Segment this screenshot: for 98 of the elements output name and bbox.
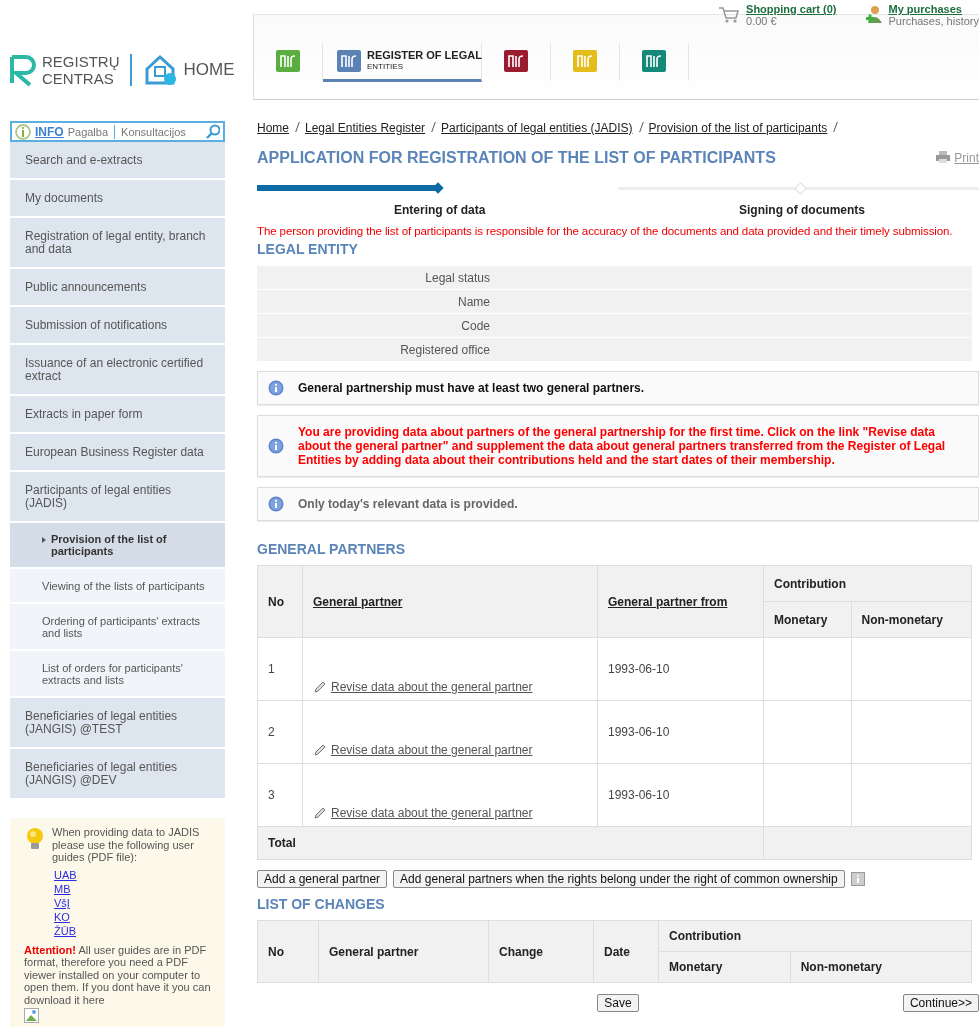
sidebar-item[interactable]: Participants of legal entities (JADIS)	[10, 472, 225, 523]
shopping-cart-link[interactable]: Shopping cart (0)	[746, 3, 837, 15]
table-cell: 1	[257, 637, 303, 701]
sidebar-subitem[interactable]: List of orders for participants' extracts and lists	[10, 651, 225, 698]
sidebar-item[interactable]: Submission of notifications	[10, 307, 225, 345]
sidebar-item[interactable]: Beneficiaries of legal entities (JANGIS) @DEV	[10, 749, 225, 800]
table-cell: 3	[257, 763, 303, 827]
sidebar-item[interactable]: Registration of legal entity, branch and data	[10, 218, 225, 269]
save-button[interactable]: Save	[597, 994, 639, 1012]
sidebar-item[interactable]: Extracts in paper form	[10, 396, 225, 434]
breadcrumb-link[interactable]: Home	[257, 121, 289, 135]
help-link[interactable]: Konsultacijos	[121, 125, 186, 138]
purchases-caption: Purchases, history	[888, 15, 979, 27]
notice-text: You are providing data about partners of the general partnership for the first time. Click on the link "Revise data about the general partner" and supplement the data about general partners transferred from the Register of Legal Entities by adding data about their contributions held and the start dates of their membership.	[298, 425, 947, 467]
column-header: No	[257, 565, 303, 638]
register-logo-icon	[504, 50, 528, 72]
guide-link[interactable]: MB	[54, 881, 71, 896]
table-cell: 2	[257, 700, 303, 764]
section-heading: GENERAL PARTNERS	[257, 541, 407, 557]
column-header: Monetary	[658, 951, 791, 983]
column-header: Contribution	[658, 920, 972, 952]
section-heading: LIST OF CHANGES	[257, 896, 386, 912]
guide-link[interactable]: ŽŪB	[54, 923, 76, 938]
field-label: Code	[460, 318, 490, 333]
sidebar-item[interactable]: My documents	[10, 180, 225, 218]
logo-text: REGISTRŲ	[42, 53, 120, 70]
register-logo-icon	[573, 50, 597, 72]
breadcrumb-link[interactable]: Legal Entities Register	[305, 121, 426, 135]
tip-text: When providing data to JADIS please use the following user guides (PDF file):	[52, 826, 201, 864]
add-button[interactable]: Add general partners when the rights belong under the right of common ownership	[393, 870, 845, 888]
column-header: General partner	[318, 920, 489, 983]
column-header: Date	[593, 920, 659, 983]
register-logo-icon	[642, 50, 666, 72]
column-header: Non-monetary	[790, 951, 972, 983]
field-label: Name	[457, 294, 490, 309]
guide-link[interactable]: KO	[54, 909, 70, 924]
help-icon[interactable]	[850, 872, 865, 886]
info-icon	[268, 380, 284, 396]
logo-text: CENTRAS	[42, 70, 115, 87]
column-header: Contribution	[763, 565, 972, 602]
broken-image-icon[interactable]	[24, 1008, 39, 1023]
sidebar-item[interactable]: Beneficiaries of legal entities (JANGIS) @TEST	[10, 698, 225, 749]
info-icon[interactable]	[15, 123, 31, 140]
total-label: Total	[257, 826, 764, 860]
search-icon[interactable]	[205, 124, 220, 139]
sidebar-item[interactable]: European Business Register data	[10, 434, 225, 472]
column-header: Non-monetary	[851, 601, 972, 638]
info-icon	[268, 496, 284, 512]
field-label: Registered office	[399, 342, 490, 357]
attention-note: Attention! All user guides are in PDF format, therefore you need a PDF viewer installed on your computer to open them. If you dont have it you can download it here	[24, 943, 212, 1006]
notice-text: Only today's relevant data is provided.	[298, 497, 518, 511]
column-header: No	[257, 920, 319, 983]
sidebar-subitem[interactable]: Ordering of participants' extracts and lists	[10, 604, 225, 651]
responsibility-note: The person providing the list of participants is responsible for the accuracy of the documents and data provided and their timely submission.	[257, 225, 954, 237]
register-logo-icon	[276, 50, 300, 72]
table-cell: 1993-06-10	[597, 763, 764, 827]
cart-icon[interactable]	[718, 5, 741, 23]
user-icon[interactable]	[864, 5, 883, 24]
step-label: Entering of data	[394, 203, 487, 217]
column-header[interactable]: General partner from	[597, 565, 764, 638]
my-purchases-link[interactable]: My purchases	[888, 3, 979, 15]
logo-icon	[8, 53, 38, 87]
tab-label: REGISTER OF LEGAL	[367, 50, 482, 61]
column-header: Change	[488, 920, 594, 983]
field-label: Legal status	[424, 270, 490, 285]
guide-link[interactable]: VšĮ	[54, 895, 70, 910]
breadcrumb-link[interactable]: Provision of the list of participants	[648, 121, 828, 135]
breadcrumb-link[interactable]: Participants of legal entities (JADIS)	[441, 121, 633, 135]
sidebar-subitem[interactable]: Provision of the list of participants	[10, 523, 225, 569]
register-logo-icon	[337, 50, 361, 72]
pencil-icon	[313, 806, 327, 820]
page-title: APPLICATION FOR REGISTRATION OF THE LIST OF PARTICIPANTS	[257, 149, 776, 167]
column-header: Monetary	[763, 601, 851, 638]
pencil-icon	[313, 680, 327, 694]
step-label: Signing of documents	[739, 203, 866, 217]
table-cell: 1993-06-10	[597, 700, 764, 764]
column-header[interactable]: General partner	[302, 565, 598, 638]
continue-button[interactable]: Continue>>	[902, 994, 979, 1012]
guide-link[interactable]: UAB	[54, 867, 77, 882]
tab-sublabel: ENTITIES	[367, 61, 404, 72]
light-bulb-icon	[24, 826, 46, 850]
add-button[interactable]: Add a general partner	[257, 870, 388, 888]
sidebar-item[interactable]: Issuance of an electronic certified extract	[10, 345, 225, 396]
sidebar-subitem[interactable]: Viewing of the lists of participants	[10, 569, 225, 604]
info-icon	[268, 438, 284, 454]
pencil-icon	[313, 743, 327, 757]
info-link[interactable]: INFO	[35, 124, 64, 139]
cart-amount: 0.00 €	[746, 15, 778, 27]
arrow-icon	[42, 537, 46, 543]
home-link[interactable]: HOME	[183, 60, 235, 80]
table-cell: 1993-06-10	[597, 637, 764, 701]
section-heading: LEGAL ENTITY	[257, 241, 359, 257]
sidebar-item[interactable]: Public announcements	[10, 269, 225, 307]
notice-text: General partnership must have at least two general partners.	[298, 381, 645, 395]
register-tab[interactable]: REGISTER OF LEGAL ENTITIES	[323, 43, 482, 82]
help-link[interactable]: Pagalba	[67, 125, 109, 138]
printer-icon	[936, 151, 951, 163]
sidebar-item[interactable]: Search and e-extracts	[10, 142, 225, 180]
